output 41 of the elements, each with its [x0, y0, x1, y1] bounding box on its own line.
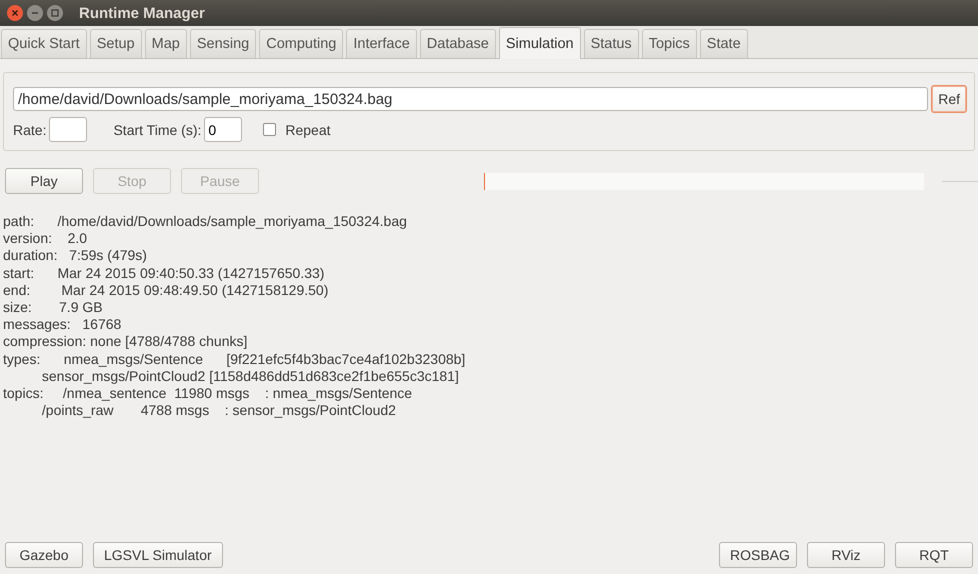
launch-button[interactable]: ROSBAG: [719, 542, 797, 568]
tab[interactable]: Interface: [346, 29, 417, 58]
repeat-checkbox[interactable]: [263, 123, 276, 136]
tab[interactable]: Computing: [259, 29, 344, 58]
launch-button[interactable]: Gazebo: [5, 542, 83, 568]
control-button[interactable]: Play: [5, 168, 83, 194]
tab[interactable]: Database: [420, 29, 496, 58]
file-path-field[interactable]: /home/david/Downloads/sample_moriyama_150324.bag: [13, 87, 928, 111]
launch-button[interactable]: LGSVL Simulator: [93, 542, 223, 568]
info-line: types: nmea_msgs/Sentence [9f221efc5f4b3bac7ce4af102b32308b]: [3, 350, 466, 368]
info-line: end: Mar 24 2015 09:48:49.50 (1427158129.50): [3, 282, 328, 300]
tab[interactable]: Setup: [90, 29, 142, 58]
maximize-icon[interactable]: [47, 5, 63, 21]
info-line: compression: none [4788/4788 chunks]: [3, 333, 248, 351]
info-line: path: /home/david/Downloads/sample_moriyama_150324.bag: [3, 213, 407, 230]
rate-label: Rate:: [13, 122, 46, 138]
tab[interactable]: Topics: [642, 29, 697, 58]
info-line: /points_raw 4788 msgs : sensor_msgs/PointCloud2: [40, 402, 396, 420]
tab[interactable]: State: [700, 29, 748, 58]
tab[interactable]: Map: [144, 29, 187, 58]
info-line: messages: 16768: [3, 316, 122, 334]
rate-field[interactable]: [49, 117, 88, 142]
start-time-label: Start Time (s):: [113, 122, 202, 138]
tab[interactable]: Sensing: [190, 29, 256, 58]
start-time-field[interactable]: 0: [204, 117, 242, 142]
info-line: version: 2.0: [3, 230, 88, 248]
minimize-icon[interactable]: [27, 5, 43, 21]
repeat-label: Repeat: [285, 122, 331, 138]
tab[interactable]: Quick Start: [1, 29, 87, 58]
info-line: topics: /nmea_sentence 11980 msgs : nmea_msgs/Sentence: [3, 385, 412, 402]
launch-button[interactable]: RViz: [807, 542, 885, 568]
window-title: Runtime Manager: [79, 4, 205, 22]
info-line: sensor_msgs/PointCloud2 [1158d486dd51d683ce2f1be655c3c181]: [40, 368, 459, 386]
info-line: size: 7.9 GB: [3, 299, 103, 316]
close-icon[interactable]: [7, 5, 23, 21]
info-line: start: Mar 24 2015 09:40:50.33 (1427157650.33): [3, 264, 324, 282]
info-line: duration: 7:59s (479s): [3, 247, 147, 265]
tab[interactable]: Simulation: [498, 27, 581, 59]
tab[interactable]: Status: [584, 29, 639, 58]
launch-button[interactable]: RQT: [895, 542, 973, 568]
ref-button[interactable]: Ref: [931, 85, 967, 113]
